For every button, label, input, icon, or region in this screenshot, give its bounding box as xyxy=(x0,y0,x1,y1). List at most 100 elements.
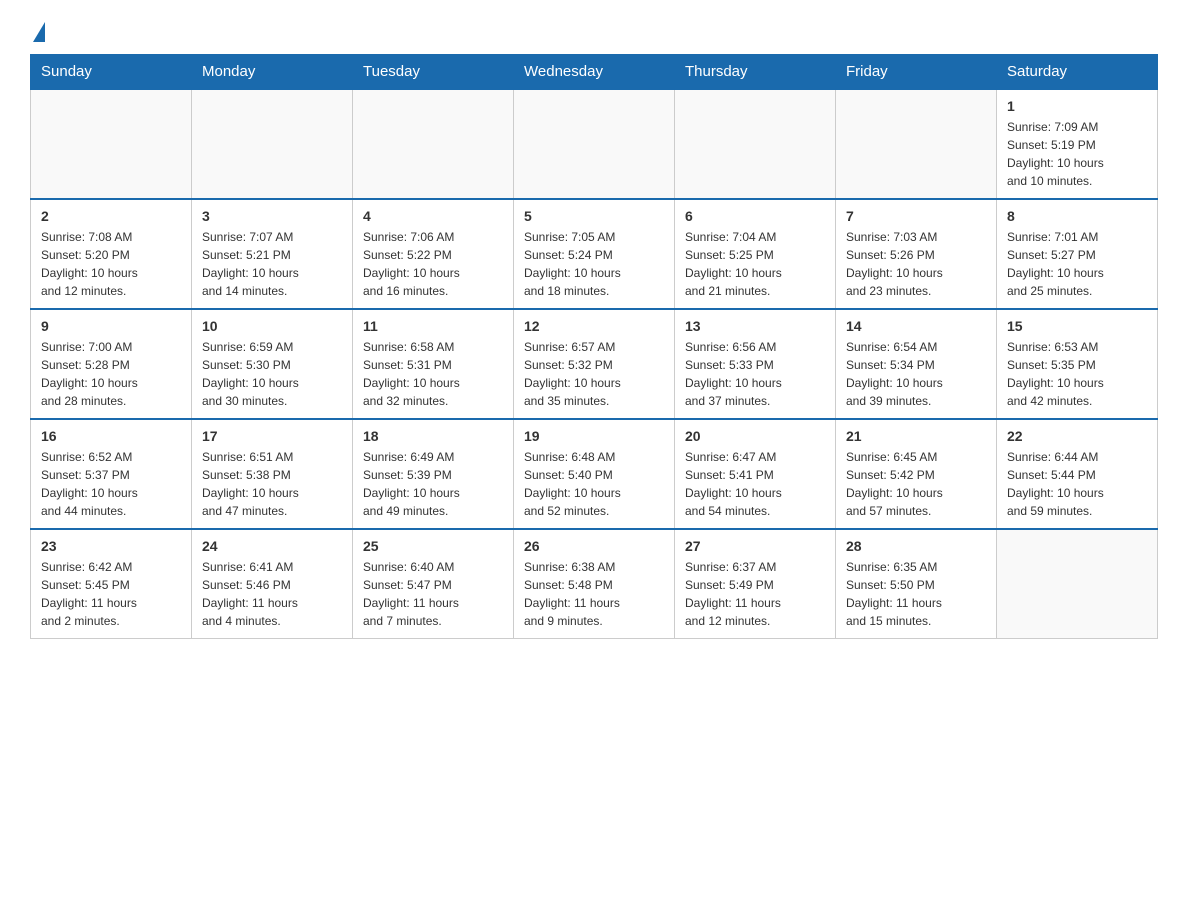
calendar-cell: 6Sunrise: 7:04 AM Sunset: 5:25 PM Daylig… xyxy=(675,199,836,309)
weekday-header-monday: Monday xyxy=(192,55,353,90)
day-info: Sunrise: 7:01 AM Sunset: 5:27 PM Dayligh… xyxy=(1007,228,1147,300)
day-info: Sunrise: 7:06 AM Sunset: 5:22 PM Dayligh… xyxy=(363,228,503,300)
day-info: Sunrise: 6:48 AM Sunset: 5:40 PM Dayligh… xyxy=(524,448,664,520)
day-info: Sunrise: 6:58 AM Sunset: 5:31 PM Dayligh… xyxy=(363,338,503,410)
day-number: 13 xyxy=(685,318,825,334)
day-number: 9 xyxy=(41,318,181,334)
day-info: Sunrise: 6:37 AM Sunset: 5:49 PM Dayligh… xyxy=(685,558,825,630)
day-info: Sunrise: 7:09 AM Sunset: 5:19 PM Dayligh… xyxy=(1007,118,1147,190)
calendar-cell: 4 Sunrise: 7:06 AM Sunset: 5:22 PM Daylig… xyxy=(353,199,514,309)
day-number: 24 xyxy=(202,538,342,554)
day-info: Sunrise: 6:53 AM Sunset: 5:35 PM Dayligh… xyxy=(1007,338,1147,410)
day-number: 6 xyxy=(685,208,825,224)
logo xyxy=(30,20,45,38)
day-number: 1 xyxy=(1007,98,1147,114)
weekday-header-tuesday: Tuesday xyxy=(353,55,514,90)
day-info: Sunrise: 6:52 AM Sunset: 5:37 PM Dayligh… xyxy=(41,448,181,520)
calendar-week-row: 16 Sunrise: 6:52 AM Sunset: 5:37 PM Dayli… xyxy=(31,419,1158,529)
weekday-header-saturday: Saturday xyxy=(997,55,1158,90)
day-number: 19 xyxy=(524,428,664,444)
weekday-header-sunday: Sunday xyxy=(31,55,192,90)
calendar-cell: 12Sunrise: 6:57 AM Sunset: 5:32 PM Dayli… xyxy=(514,309,675,419)
weekday-header-wednesday: Wednesday xyxy=(514,55,675,90)
calendar-cell: 14 Sunrise: 6:54 AM Sunset: 5:34 PM Dayli… xyxy=(836,309,997,419)
day-info: Sunrise: 6:44 AM Sunset: 5:44 PM Dayligh… xyxy=(1007,448,1147,520)
day-info: Sunrise: 7:07 AM Sunset: 5:21 PM Dayligh… xyxy=(202,228,342,300)
calendar-week-row: 1 Sunrise: 7:09 AM Sunset: 5:19 PM Daylig… xyxy=(31,89,1158,199)
calendar-cell: 20 Sunrise: 6:47 AM Sunset: 5:41 PM Dayli… xyxy=(675,419,836,529)
calendar-cell: 13 Sunrise: 6:56 AM Sunset: 5:33 PM Dayli… xyxy=(675,309,836,419)
calendar-cell: 2 Sunrise: 7:08 AM Sunset: 5:20 PM Daylig… xyxy=(31,199,192,309)
day-info: Sunrise: 6:42 AM Sunset: 5:45 PM Dayligh… xyxy=(41,558,181,630)
calendar-cell xyxy=(836,89,997,199)
calendar-cell xyxy=(353,89,514,199)
day-number: 2 xyxy=(41,208,181,224)
day-number: 10 xyxy=(202,318,342,334)
day-number: 14 xyxy=(846,318,986,334)
weekday-header-thursday: Thursday xyxy=(675,55,836,90)
day-info: Sunrise: 6:57 AM Sunset: 5:32 PM Dayligh… xyxy=(524,338,664,410)
day-number: 27 xyxy=(685,538,825,554)
day-number: 7 xyxy=(846,208,986,224)
calendar-cell: 21 Sunrise: 6:45 AM Sunset: 5:42 PM Dayli… xyxy=(836,419,997,529)
day-info: Sunrise: 7:00 AM Sunset: 5:28 PM Dayligh… xyxy=(41,338,181,410)
calendar-week-row: 2 Sunrise: 7:08 AM Sunset: 5:20 PM Daylig… xyxy=(31,199,1158,309)
day-number: 20 xyxy=(685,428,825,444)
day-info: Sunrise: 6:35 AM Sunset: 5:50 PM Dayligh… xyxy=(846,558,986,630)
calendar-cell: 27 Sunrise: 6:37 AM Sunset: 5:49 PM Dayli… xyxy=(675,529,836,639)
calendar-cell: 18 Sunrise: 6:49 AM Sunset: 5:39 PM Dayli… xyxy=(353,419,514,529)
calendar-cell xyxy=(514,89,675,199)
day-number: 18 xyxy=(363,428,503,444)
day-info: Sunrise: 6:40 AM Sunset: 5:47 PM Dayligh… xyxy=(363,558,503,630)
calendar-cell: 16 Sunrise: 6:52 AM Sunset: 5:37 PM Dayli… xyxy=(31,419,192,529)
day-number: 3 xyxy=(202,208,342,224)
day-number: 17 xyxy=(202,428,342,444)
calendar-cell xyxy=(192,89,353,199)
calendar-cell: 10 Sunrise: 6:59 AM Sunset: 5:30 PM Dayli… xyxy=(192,309,353,419)
day-info: Sunrise: 7:05 AM Sunset: 5:24 PM Dayligh… xyxy=(524,228,664,300)
calendar-cell: 15Sunrise: 6:53 AM Sunset: 5:35 PM Dayli… xyxy=(997,309,1158,419)
day-info: Sunrise: 6:45 AM Sunset: 5:42 PM Dayligh… xyxy=(846,448,986,520)
day-number: 26 xyxy=(524,538,664,554)
calendar-cell: 17 Sunrise: 6:51 AM Sunset: 5:38 PM Dayli… xyxy=(192,419,353,529)
day-info: Sunrise: 6:51 AM Sunset: 5:38 PM Dayligh… xyxy=(202,448,342,520)
day-number: 5 xyxy=(524,208,664,224)
calendar-header-row: SundayMondayTuesdayWednesdayThursdayFrid… xyxy=(31,55,1158,90)
calendar-cell: 19 Sunrise: 6:48 AM Sunset: 5:40 PM Dayli… xyxy=(514,419,675,529)
calendar-cell: 22 Sunrise: 6:44 AM Sunset: 5:44 PM Dayli… xyxy=(997,419,1158,529)
day-info: Sunrise: 6:47 AM Sunset: 5:41 PM Dayligh… xyxy=(685,448,825,520)
page-header xyxy=(30,20,1158,38)
logo-triangle-icon xyxy=(33,22,45,42)
calendar-cell: 8 Sunrise: 7:01 AM Sunset: 5:27 PM Daylig… xyxy=(997,199,1158,309)
day-info: Sunrise: 6:54 AM Sunset: 5:34 PM Dayligh… xyxy=(846,338,986,410)
calendar-cell: 9 Sunrise: 7:00 AM Sunset: 5:28 PM Daylig… xyxy=(31,309,192,419)
calendar-cell xyxy=(675,89,836,199)
calendar-cell: 5 Sunrise: 7:05 AM Sunset: 5:24 PM Daylig… xyxy=(514,199,675,309)
calendar-cell: 1 Sunrise: 7:09 AM Sunset: 5:19 PM Daylig… xyxy=(997,89,1158,199)
day-number: 4 xyxy=(363,208,503,224)
calendar-cell: 26 Sunrise: 6:38 AM Sunset: 5:48 PM Dayli… xyxy=(514,529,675,639)
calendar-table: SundayMondayTuesdayWednesdayThursdayFrid… xyxy=(30,54,1158,639)
calendar-cell: 23Sunrise: 6:42 AM Sunset: 5:45 PM Dayli… xyxy=(31,529,192,639)
calendar-week-row: 9 Sunrise: 7:00 AM Sunset: 5:28 PM Daylig… xyxy=(31,309,1158,419)
day-info: Sunrise: 6:38 AM Sunset: 5:48 PM Dayligh… xyxy=(524,558,664,630)
day-number: 11 xyxy=(363,318,503,334)
day-info: Sunrise: 7:08 AM Sunset: 5:20 PM Dayligh… xyxy=(41,228,181,300)
calendar-cell: 3 Sunrise: 7:07 AM Sunset: 5:21 PM Daylig… xyxy=(192,199,353,309)
day-number: 16 xyxy=(41,428,181,444)
calendar-cell: 11 Sunrise: 6:58 AM Sunset: 5:31 PM Dayli… xyxy=(353,309,514,419)
day-info: Sunrise: 6:56 AM Sunset: 5:33 PM Dayligh… xyxy=(685,338,825,410)
day-info: Sunrise: 6:49 AM Sunset: 5:39 PM Dayligh… xyxy=(363,448,503,520)
day-info: Sunrise: 7:03 AM Sunset: 5:26 PM Dayligh… xyxy=(846,228,986,300)
day-info: Sunrise: 6:59 AM Sunset: 5:30 PM Dayligh… xyxy=(202,338,342,410)
day-number: 25 xyxy=(363,538,503,554)
day-number: 8 xyxy=(1007,208,1147,224)
calendar-cell: 7 Sunrise: 7:03 AM Sunset: 5:26 PM Daylig… xyxy=(836,199,997,309)
day-info: Sunrise: 6:41 AM Sunset: 5:46 PM Dayligh… xyxy=(202,558,342,630)
calendar-cell: 25 Sunrise: 6:40 AM Sunset: 5:47 PM Dayli… xyxy=(353,529,514,639)
day-number: 28 xyxy=(846,538,986,554)
day-number: 21 xyxy=(846,428,986,444)
calendar-cell: 24 Sunrise: 6:41 AM Sunset: 5:46 PM Dayli… xyxy=(192,529,353,639)
weekday-header-friday: Friday xyxy=(836,55,997,90)
day-number: 22 xyxy=(1007,428,1147,444)
